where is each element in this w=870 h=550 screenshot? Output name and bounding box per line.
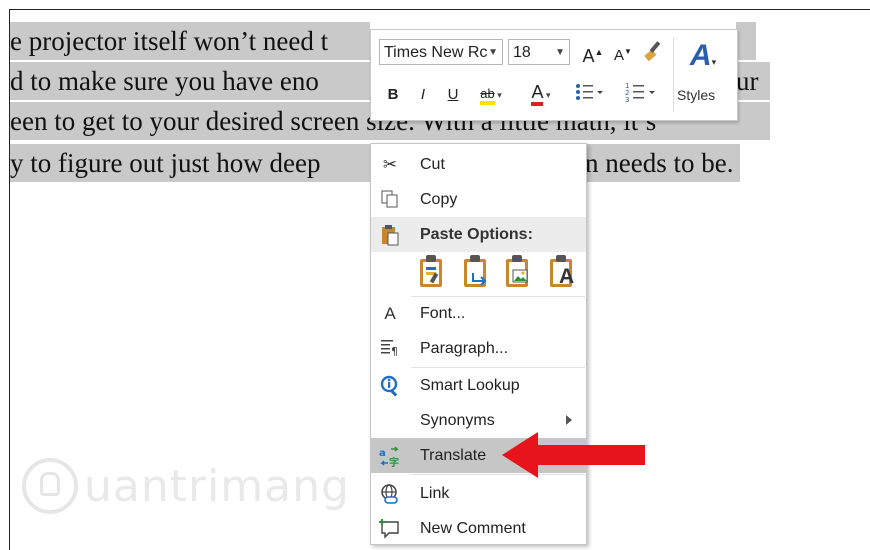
document-line-1[interactable]: e projector itself won’t need t: [10, 22, 370, 60]
menu-item-label: Font...: [420, 305, 466, 322]
underline-button[interactable]: U: [443, 82, 463, 108]
font-icon: A: [384, 304, 396, 323]
menu-item-smart-lookup[interactable]: Smart Lookup: [371, 368, 586, 403]
menu-item-label: New Comment: [420, 520, 526, 537]
mini-toolbar: Times New Rc ▼ 18 ▼ A▲ A▼ A▾ Styles B I …: [370, 29, 738, 121]
bold-button[interactable]: B: [383, 82, 403, 108]
menu-item-new-comment[interactable]: New Comment: [371, 511, 586, 546]
paste-options-row: A: [371, 247, 586, 295]
new-comment-icon: [379, 518, 401, 540]
translate-icon: a字: [379, 445, 401, 469]
menu-item-label: Paragraph...: [420, 340, 509, 357]
font-size-combo[interactable]: 18 ▼: [508, 39, 570, 65]
bullets-button[interactable]: [569, 80, 607, 106]
paste-icon: [379, 224, 401, 246]
menu-item-label: Cut: [420, 156, 445, 173]
link-icon: [379, 483, 401, 505]
font-color-icon: A: [531, 82, 544, 106]
menu-item-cut[interactable]: ✂ Cut: [371, 147, 586, 182]
watermark-text: uantrimang: [84, 460, 350, 512]
scissors-icon: ✂: [382, 155, 398, 174]
menu-item-label: Copy: [420, 191, 458, 208]
svg-text:3: 3: [625, 96, 629, 104]
document-line-2[interactable]: d to make sure you have eno: [10, 62, 370, 100]
chevron-down-icon[interactable]: ▼: [488, 40, 498, 64]
document-line-4[interactable]: y to figure out just how deep: [10, 144, 370, 182]
toolbar-separator: [673, 38, 674, 112]
shrink-font-button[interactable]: A▼: [612, 39, 634, 65]
paragraph-icon: ¶: [379, 338, 401, 360]
red-arrow-annotation: [502, 432, 645, 478]
menu-item-label: Translate: [420, 447, 487, 464]
numbering-button[interactable]: 123: [619, 80, 661, 106]
font-size-value: 18: [513, 44, 531, 61]
grow-font-button[interactable]: A▲: [581, 39, 605, 66]
menu-item-copy[interactable]: Copy: [371, 182, 586, 217]
italic-button[interactable]: I: [413, 82, 433, 108]
paste-merge-formatting-button[interactable]: [461, 255, 491, 289]
numbered-list-icon: 123: [625, 82, 655, 104]
menu-item-font[interactable]: A Font...: [371, 296, 586, 331]
document-line-4-tail[interactable]: n needs to be.: [585, 144, 740, 182]
bullet-list-icon: [576, 84, 603, 100]
paste-text-glyph: A: [559, 265, 575, 288]
paintbrush-icon: [644, 41, 661, 62]
lightbulb-icon: [22, 458, 78, 514]
smart-lookup-icon: [379, 375, 401, 397]
highlighter-icon: ab: [480, 86, 495, 105]
watermark-logo: uantrimang: [22, 456, 350, 516]
menu-item-label: Synonyms: [420, 412, 495, 429]
svg-text:¶: ¶: [391, 345, 398, 356]
chevron-down-icon[interactable]: ▼: [555, 40, 565, 66]
highlight-button[interactable]: ab ▾: [471, 80, 511, 106]
font-color-button[interactable]: A ▾: [521, 80, 561, 106]
paste-keep-source-formatting-button[interactable]: [417, 255, 447, 289]
svg-text:a: a: [379, 448, 386, 459]
styles-icon: A: [689, 39, 712, 72]
document-line-2-tail[interactable]: ur: [736, 62, 770, 100]
styles-button[interactable]: A▾: [681, 36, 725, 76]
paste-picture-button[interactable]: [503, 255, 533, 289]
menu-item-paragraph[interactable]: ¶ Paragraph...: [371, 331, 586, 366]
menu-item-label: Smart Lookup: [420, 377, 520, 394]
chevron-right-icon: [566, 415, 572, 425]
paste-keep-text-only-button[interactable]: A: [547, 255, 577, 289]
document-line-1-tail: [736, 22, 756, 60]
font-name-combo[interactable]: Times New Rc ▼: [379, 39, 503, 65]
copy-icon: [379, 189, 401, 211]
format-painter-button[interactable]: [641, 38, 667, 64]
font-name-value: Times New Rc: [384, 44, 488, 61]
svg-text:字: 字: [389, 456, 399, 467]
styles-label: Styles: [677, 87, 716, 103]
menu-item-label: Link: [420, 485, 450, 502]
